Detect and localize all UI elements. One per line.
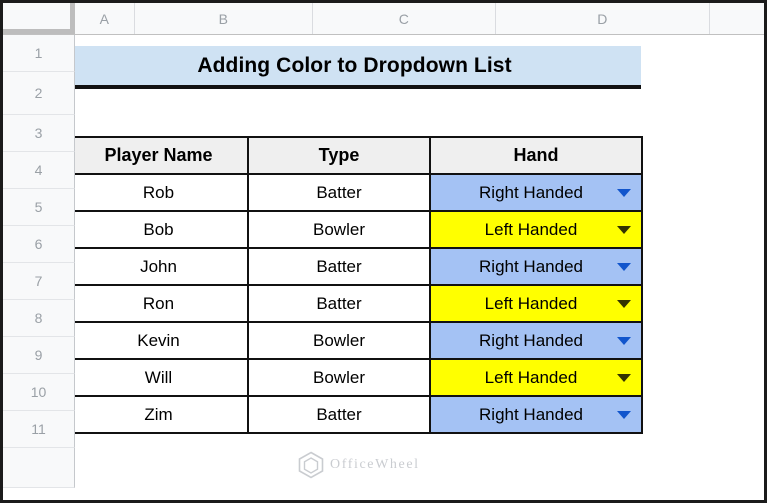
- table-row: Bob Bowler Left Handed: [68, 210, 643, 249]
- spreadsheet-grid: A B C D 1 2 3 4 5 6 7 8 9 10 11 Adding Color to Dr…: [0, 0, 767, 503]
- row-header-4[interactable]: 4: [3, 152, 75, 189]
- table-body: Rob Batter Right Handed Bob Bowler Left Hande…: [68, 173, 643, 434]
- column-header-b[interactable]: B: [135, 3, 313, 34]
- cell-type[interactable]: Batter: [247, 247, 431, 286]
- chevron-down-icon[interactable]: [617, 410, 631, 419]
- cell-type[interactable]: Batter: [247, 284, 431, 323]
- chevron-down-icon[interactable]: [617, 188, 631, 197]
- row-header-6[interactable]: 6: [3, 226, 75, 263]
- dropdown-chip[interactable]: Left Handed: [431, 212, 641, 247]
- select-all-corner-cell[interactable]: [3, 3, 75, 34]
- table-row: Kevin Bowler Right Handed: [68, 321, 643, 360]
- column-header-e[interactable]: [710, 3, 764, 34]
- title-banner-cell[interactable]: Adding Color to Dropdown List: [68, 46, 641, 89]
- table-row: John Batter Right Handed: [68, 247, 643, 286]
- table-row: Will Bowler Left Handed: [68, 358, 643, 397]
- cell-player-name[interactable]: Bob: [68, 210, 249, 249]
- cell-type[interactable]: Batter: [247, 173, 431, 212]
- column-header-type[interactable]: Type: [247, 136, 431, 175]
- chevron-down-icon[interactable]: [617, 299, 631, 308]
- table-row: Rob Batter Right Handed: [68, 173, 643, 212]
- chevron-down-icon[interactable]: [617, 262, 631, 271]
- player-data-table: Player Name Type Hand Rob Batter Right Han…: [68, 136, 643, 434]
- column-header-hand[interactable]: Hand: [429, 136, 643, 175]
- row-header-2[interactable]: 2: [3, 72, 75, 115]
- chevron-down-icon[interactable]: [617, 225, 631, 234]
- cell-hand[interactable]: Right Handed: [429, 321, 643, 360]
- column-header-player-name[interactable]: Player Name: [68, 136, 249, 175]
- row-header-3[interactable]: 3: [3, 115, 75, 152]
- row-header-7[interactable]: 7: [3, 263, 75, 300]
- row-header-5[interactable]: 5: [3, 189, 75, 226]
- cell-type[interactable]: Batter: [247, 395, 431, 434]
- dropdown-value-label: Left Handed: [484, 293, 578, 313]
- column-header-row: A B C D: [3, 3, 764, 35]
- cell-hand[interactable]: Right Handed: [429, 395, 643, 434]
- cell-hand[interactable]: Right Handed: [429, 247, 643, 286]
- cell-player-name[interactable]: Ron: [68, 284, 249, 323]
- chevron-down-icon[interactable]: [617, 373, 631, 382]
- dropdown-chip[interactable]: Right Handed: [431, 323, 641, 358]
- table-row: Ron Batter Left Handed: [68, 284, 643, 323]
- dropdown-chip[interactable]: Right Handed: [431, 175, 641, 210]
- dropdown-chip[interactable]: Right Handed: [431, 249, 641, 284]
- cell-player-name[interactable]: John: [68, 247, 249, 286]
- cell-hand[interactable]: Left Handed: [429, 284, 643, 323]
- dropdown-chip[interactable]: Right Handed: [431, 397, 641, 432]
- column-header-a[interactable]: A: [75, 3, 135, 34]
- cell-player-name[interactable]: Zim: [68, 395, 249, 434]
- row-header-9[interactable]: 9: [3, 337, 75, 374]
- dropdown-value-label: Right Handed: [479, 404, 583, 424]
- column-header-c[interactable]: C: [313, 3, 496, 34]
- dropdown-value-label: Right Handed: [479, 182, 583, 202]
- cell-type[interactable]: Bowler: [247, 210, 431, 249]
- dropdown-value-label: Right Handed: [479, 330, 583, 350]
- row-header-8[interactable]: 8: [3, 300, 75, 337]
- row-header-11[interactable]: 11: [3, 411, 75, 448]
- cell-hand[interactable]: Left Handed: [429, 210, 643, 249]
- row-header-partial[interactable]: [3, 448, 75, 488]
- row-header-column: 1 2 3 4 5 6 7 8 9 10 11: [3, 35, 75, 488]
- dropdown-value-label: Left Handed: [484, 367, 578, 387]
- dropdown-chip[interactable]: Left Handed: [431, 360, 641, 395]
- cell-player-name[interactable]: Rob: [68, 173, 249, 212]
- cell-type[interactable]: Bowler: [247, 321, 431, 360]
- cell-type[interactable]: Bowler: [247, 358, 431, 397]
- cell-player-name[interactable]: Will: [68, 358, 249, 397]
- dropdown-value-label: Right Handed: [479, 256, 583, 276]
- dropdown-value-label: Left Handed: [484, 219, 578, 239]
- row-header-1[interactable]: 1: [3, 35, 75, 72]
- dropdown-chip[interactable]: Left Handed: [431, 286, 641, 321]
- page-title: Adding Color to Dropdown List: [197, 53, 512, 77]
- cell-player-name[interactable]: Kevin: [68, 321, 249, 360]
- row-header-10[interactable]: 10: [3, 374, 75, 411]
- cell-hand[interactable]: Right Handed: [429, 173, 643, 212]
- chevron-down-icon[interactable]: [617, 336, 631, 345]
- column-header-d[interactable]: D: [496, 3, 710, 34]
- cell-hand[interactable]: Left Handed: [429, 358, 643, 397]
- table-header-row: Player Name Type Hand: [68, 136, 643, 175]
- table-row: Zim Batter Right Handed: [68, 395, 643, 434]
